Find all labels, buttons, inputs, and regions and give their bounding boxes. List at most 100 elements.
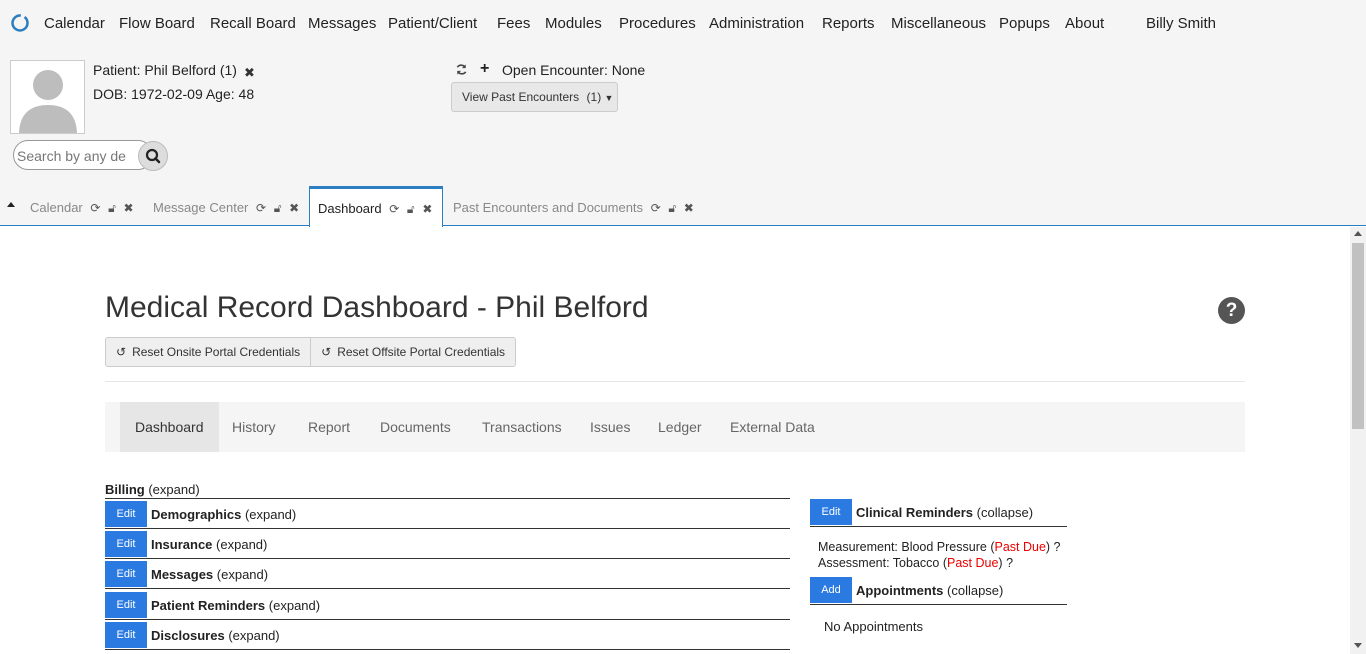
tab-close-icon[interactable]: ✖ xyxy=(422,202,432,216)
section-appointments: Add Appointments (collapse) xyxy=(810,577,1067,605)
scroll-up-arrow-icon[interactable] xyxy=(1354,231,1362,236)
menu-modules[interactable]: Modules xyxy=(545,15,602,32)
tab-unlock-icon[interactable]: 🔓︎ xyxy=(274,201,282,216)
section-title: Messages xyxy=(151,566,214,582)
patient-search-box xyxy=(13,140,168,171)
section-toggle[interactable]: (collapse) xyxy=(977,505,1033,520)
reminder-status: Past Due xyxy=(947,556,999,570)
view-past-encounters-button[interactable]: View Past Encounters (1) ▼ xyxy=(451,82,618,112)
edit-button[interactable]: Edit xyxy=(105,622,147,648)
section-title: Demographics xyxy=(151,506,242,522)
menu-popups[interactable]: Popups xyxy=(999,15,1050,32)
vertical-scrollbar[interactable] xyxy=(1350,227,1366,654)
menu-flow-board[interactable]: Flow Board xyxy=(119,15,195,32)
search-button[interactable] xyxy=(138,141,168,171)
subnav-external-data[interactable]: External Data xyxy=(730,402,815,452)
section-disclosures: Edit Disclosures (expand) xyxy=(105,622,790,650)
subnav-dashboard[interactable]: Dashboard xyxy=(120,402,219,452)
new-encounter-plus-icon[interactable]: + xyxy=(480,60,489,78)
tab-past-encounters[interactable]: Past Encounters and Documents ⟳ 🔓︎ ✖ xyxy=(453,186,694,226)
refresh-encounter-icon[interactable] xyxy=(455,63,468,76)
subnav-history[interactable]: History xyxy=(232,402,276,452)
menu-fees[interactable]: Fees xyxy=(497,15,530,32)
subnav-issues[interactable]: Issues xyxy=(590,402,630,452)
past-encounters-label: View Past Encounters xyxy=(462,90,580,104)
menu-recall-board[interactable]: Recall Board xyxy=(210,15,296,32)
menu-calendar[interactable]: Calendar xyxy=(44,15,105,32)
menu-miscellaneous[interactable]: Miscellaneous xyxy=(891,15,986,32)
section-billing[interactable]: Billing (expand) xyxy=(105,471,790,499)
reminder-info-link[interactable]: ? xyxy=(1054,540,1061,554)
tab-message-center-label: Message Center xyxy=(153,200,249,215)
edit-button[interactable]: Edit xyxy=(105,561,147,587)
reset-offsite-portal-button[interactable]: ↺ Reset Offsite Portal Credentials xyxy=(310,338,515,366)
tab-dashboard[interactable]: Dashboard ⟳ 🔓︎ ✖ xyxy=(309,186,444,227)
openemr-logo-icon[interactable] xyxy=(10,13,30,33)
section-messages: Edit Messages (expand) xyxy=(105,561,790,589)
tab-close-icon[interactable]: ✖ xyxy=(684,201,694,215)
menu-procedures[interactable]: Procedures xyxy=(619,15,696,32)
edit-button[interactable]: Edit xyxy=(105,531,147,557)
edit-button[interactable]: Edit xyxy=(105,592,147,618)
add-appointment-button[interactable]: Add xyxy=(810,577,852,603)
tab-unlock-icon[interactable]: 🔓︎ xyxy=(108,201,116,216)
reminder-text: Measurement: Blood Pressure xyxy=(818,540,987,554)
subnav-report[interactable]: Report xyxy=(308,402,350,452)
menu-administration[interactable]: Administration xyxy=(709,15,804,32)
undo-icon: ↺ xyxy=(116,345,127,359)
section-toggle[interactable]: (expand) xyxy=(216,537,267,552)
tab-calendar[interactable]: Calendar ⟳ 🔓︎ ✖ xyxy=(30,186,134,226)
tab-dashboard-label: Dashboard xyxy=(318,201,382,216)
close-patient-icon[interactable]: ✖ xyxy=(244,65,255,81)
tab-refresh-icon[interactable]: ⟳ xyxy=(90,201,100,215)
undo-icon: ↺ xyxy=(321,345,332,359)
page-title: Medical Record Dashboard - Phil Belford xyxy=(105,291,649,324)
menu-messages[interactable]: Messages xyxy=(308,15,376,32)
menu-reports[interactable]: Reports xyxy=(822,15,875,32)
section-toggle[interactable]: (expand) xyxy=(245,507,296,522)
tab-close-icon[interactable]: ✖ xyxy=(123,201,133,215)
user-silhouette-icon xyxy=(19,70,77,133)
tab-close-icon[interactable]: ✖ xyxy=(289,201,299,215)
patient-subnav: Dashboard History Report Documents Trans… xyxy=(105,402,1245,452)
section-toggle[interactable]: (expand) xyxy=(228,628,279,643)
tab-message-center[interactable]: Message Center ⟳ 🔓︎ ✖ xyxy=(153,186,299,226)
collapse-header-icon[interactable] xyxy=(7,202,15,207)
reminder-item: Assessment: Tobacco (Past Due) ? xyxy=(818,556,1014,570)
patient-header: Patient: Phil Belford (1) ✖ DOB: 1972-02… xyxy=(0,48,1366,186)
patient-search-input[interactable] xyxy=(17,147,127,165)
subnav-transactions[interactable]: Transactions xyxy=(482,402,562,452)
section-title: Appointments xyxy=(856,582,944,598)
edit-button[interactable]: Edit xyxy=(810,499,852,525)
section-clinical-reminders: Edit Clinical Reminders (collapse) xyxy=(810,499,1067,527)
patient-name-line: Patient: Phil Belford (1) xyxy=(93,62,237,78)
section-toggle[interactable]: (expand) xyxy=(269,598,320,613)
tab-unlock-icon[interactable]: 🔓︎ xyxy=(668,201,676,216)
tab-refresh-icon[interactable]: ⟳ xyxy=(651,201,661,215)
section-title: Clinical Reminders xyxy=(856,504,974,520)
tab-calendar-label: Calendar xyxy=(30,200,83,215)
patient-dob-age: DOB: 1972-02-09 Age: 48 xyxy=(93,86,255,102)
subnav-documents[interactable]: Documents xyxy=(380,402,451,452)
patient-name-link[interactable]: Phil Belford (1) xyxy=(144,62,237,78)
tab-refresh-icon[interactable]: ⟳ xyxy=(256,201,266,215)
edit-button[interactable]: Edit xyxy=(105,501,147,527)
divider xyxy=(105,381,1245,382)
scroll-down-arrow-icon[interactable] xyxy=(1354,643,1362,648)
scroll-thumb[interactable] xyxy=(1352,243,1364,429)
user-menu[interactable]: Billy Smith xyxy=(1146,15,1216,32)
subnav-ledger[interactable]: Ledger xyxy=(658,402,702,452)
help-icon[interactable]: ? xyxy=(1218,297,1245,324)
section-toggle[interactable]: (expand) xyxy=(217,567,268,582)
menu-patient-client[interactable]: Patient/Client xyxy=(388,15,477,32)
reminder-info-link[interactable]: ? xyxy=(1006,556,1013,570)
section-toggle[interactable]: (expand) xyxy=(148,482,199,497)
menu-about[interactable]: About xyxy=(1065,15,1104,32)
section-toggle[interactable]: (collapse) xyxy=(947,583,1003,598)
reset-onsite-portal-button[interactable]: ↺ Reset Onsite Portal Credentials xyxy=(106,338,310,366)
section-title: Insurance xyxy=(151,536,213,552)
portal-credentials-group: ↺ Reset Onsite Portal Credentials ↺ Reset … xyxy=(105,337,517,367)
tab-refresh-icon[interactable]: ⟳ xyxy=(389,202,399,216)
section-demographics: Edit Demographics (expand) xyxy=(105,501,790,529)
tab-unlock-icon[interactable]: 🔓︎ xyxy=(407,202,415,217)
